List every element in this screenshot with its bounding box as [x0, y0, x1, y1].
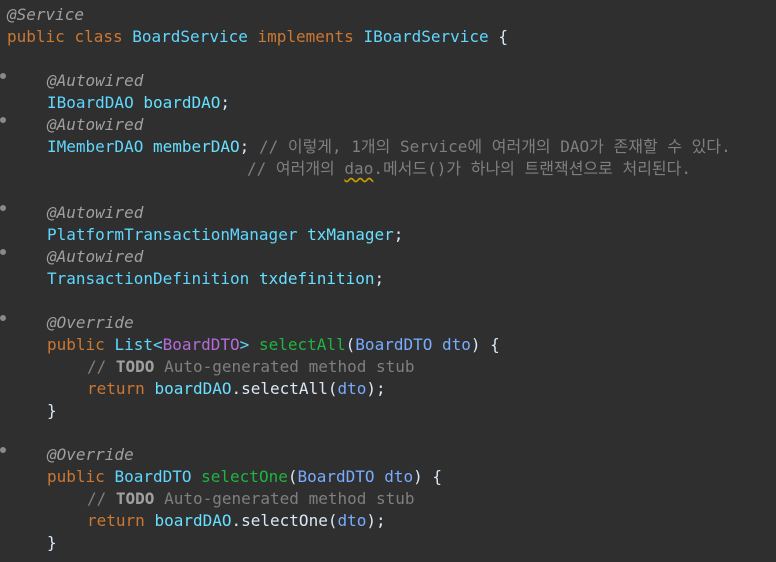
semicolon: ;: [374, 269, 385, 288]
fold-marker-icon[interactable]: [0, 249, 6, 255]
interface-name: IBoardService: [363, 27, 489, 46]
code-line[interactable]: }: [47, 400, 57, 422]
type-name: PlatformTransactionManager: [47, 225, 298, 244]
annotation: @Autowired: [47, 71, 144, 90]
method-call: .selectOne(: [231, 511, 338, 530]
fold-marker-icon[interactable]: [0, 117, 6, 123]
code-line[interactable]: @Override: [47, 444, 134, 466]
comment: //: [87, 489, 116, 508]
code-line[interactable]: @Autowired: [47, 114, 143, 136]
param-name: dto: [337, 379, 367, 398]
keyword: public: [7, 27, 65, 46]
param-type: BoardDTO: [297, 467, 375, 486]
code-line[interactable]: @Autowired: [47, 70, 143, 92]
field-name: memberDAO: [152, 137, 240, 156]
fold-marker-icon[interactable]: [0, 205, 6, 211]
comment: // 여러개의: [247, 159, 345, 178]
keyword: public: [47, 335, 105, 354]
code-line[interactable]: @Autowired: [47, 202, 143, 224]
field-name: boardDAO: [154, 511, 232, 530]
annotation: @Override: [47, 313, 134, 332]
type-name: TransactionDefinition: [47, 269, 250, 288]
comment: //: [87, 357, 116, 376]
code-line[interactable]: IMemberDAO memberDAO; // 이렇게, 1개의 Servic…: [47, 136, 731, 158]
brace: }: [47, 401, 57, 420]
code-line[interactable]: public BoardDTO selectOne(BoardDTO dto) …: [47, 466, 442, 488]
code-line[interactable]: return boardDAO.selectAll(dto);: [87, 378, 386, 400]
class-name: BoardService: [132, 27, 248, 46]
keyword: return: [87, 379, 145, 398]
brace: }: [47, 533, 57, 552]
annotation: @Override: [47, 445, 134, 464]
keyword: public: [47, 467, 105, 486]
code-line[interactable]: @Override: [47, 312, 134, 334]
param-type: BoardDTO: [355, 335, 433, 354]
comment: Auto-generated method stub: [154, 489, 415, 508]
paren: (: [345, 335, 356, 354]
code-line[interactable]: @Autowired: [47, 246, 143, 268]
brace: {: [498, 27, 508, 46]
paren: );: [366, 379, 386, 398]
type-name: >: [239, 335, 250, 354]
fold-marker-icon[interactable]: [0, 447, 6, 453]
code-line[interactable]: // 여러개의 dao.메서드()가 하나의 트랜잭션으로 처리된다.: [247, 158, 691, 180]
method-call: .selectAll(: [231, 379, 338, 398]
param-name: dto: [442, 335, 471, 354]
fold-marker-icon[interactable]: [0, 315, 6, 321]
method-name: selectOne: [201, 467, 288, 486]
keyword: return: [87, 511, 145, 530]
code-line[interactable]: TransactionDefinition txdefinition;: [47, 268, 384, 290]
comment: Auto-generated method stub: [154, 357, 415, 376]
generic-type: BoardDTO: [162, 335, 240, 354]
annotation: @Service: [7, 5, 85, 24]
type-name: List<: [114, 335, 163, 354]
code-editor[interactable]: @Service public class BoardService imple…: [0, 0, 776, 562]
spelling-warning-word: dao: [344, 159, 374, 178]
param-name: dto: [337, 511, 367, 530]
field-name: txdefinition: [258, 269, 375, 288]
param-name: dto: [384, 467, 414, 486]
fold-marker-icon[interactable]: [0, 73, 6, 79]
code-line[interactable]: PlatformTransactionManager txManager;: [47, 224, 403, 246]
annotation: @Autowired: [47, 203, 144, 222]
code-line[interactable]: public List<BoardDTO> selectAll(BoardDTO…: [47, 334, 500, 356]
semicolon: ;: [220, 93, 231, 112]
paren: ) {: [413, 467, 442, 486]
type-name: BoardDTO: [114, 467, 192, 486]
code-line[interactable]: public class BoardService implements IBo…: [7, 26, 508, 48]
todo-tag: TODO: [115, 489, 155, 508]
code-line[interactable]: }: [47, 532, 57, 554]
code-line[interactable]: IBoardDAO boardDAO;: [47, 92, 230, 114]
code-line[interactable]: @Service: [7, 4, 84, 26]
paren: ) {: [470, 335, 500, 354]
field-name: boardDAO: [154, 379, 232, 398]
type-name: IMemberDAO: [47, 137, 144, 156]
field-name: txManager: [307, 225, 394, 244]
code-line[interactable]: // TODO Auto-generated method stub: [87, 356, 415, 378]
keyword: implements: [257, 27, 354, 46]
code-line[interactable]: // TODO Auto-generated method stub: [87, 488, 415, 510]
method-name: selectAll: [258, 335, 346, 354]
code-line[interactable]: return boardDAO.selectOne(dto);: [87, 510, 386, 532]
comment: .메서드()가 하나의 트랜잭션으로 처리된다.: [373, 159, 691, 178]
semicolon: ;: [239, 137, 250, 156]
annotation: @Autowired: [47, 247, 144, 266]
todo-tag: TODO: [115, 357, 155, 376]
type-name: IBoardDAO: [47, 93, 134, 112]
annotation: @Autowired: [47, 115, 144, 134]
semicolon: ;: [393, 225, 404, 244]
keyword: class: [74, 27, 123, 46]
comment: // 이렇게, 1개의 Service에 여러개의 DAO가 존재할 수 있다.: [258, 137, 731, 156]
field-name: boardDAO: [143, 93, 221, 112]
paren: );: [366, 511, 386, 530]
